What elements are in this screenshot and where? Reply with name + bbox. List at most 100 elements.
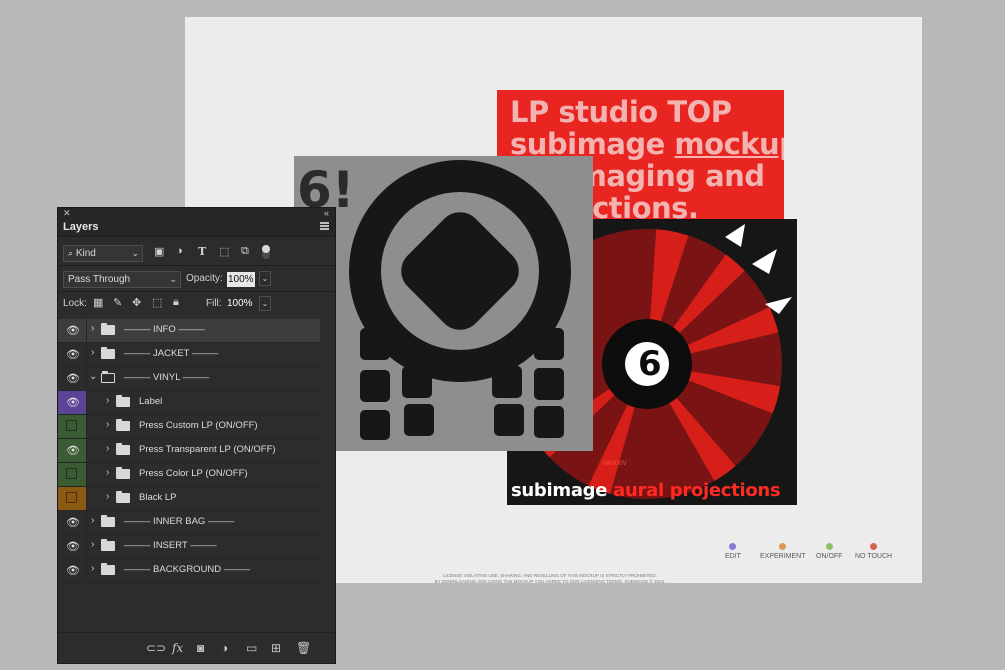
layer-name: Label xyxy=(139,396,163,407)
lock-all-icon[interactable]: 🔒︎ xyxy=(173,296,179,309)
chevron-right-icon[interactable]: › xyxy=(106,419,109,430)
filter-toggle[interactable] xyxy=(262,245,270,259)
smart-object-filter-icon[interactable]: ⧉ xyxy=(241,245,249,258)
folder-icon xyxy=(116,419,130,431)
visibility-toggle[interactable]: 👁︎ xyxy=(58,319,87,342)
panel-tab-row: Layers xyxy=(58,219,335,237)
legend-experiment: EXPERIMENT xyxy=(760,543,806,560)
eye-icon: 👁︎ xyxy=(66,565,80,577)
chevron-right-icon[interactable]: › xyxy=(91,563,94,574)
legend-dot-experiment xyxy=(779,543,787,550)
adjustment-filter-icon[interactable]: ◑ xyxy=(176,245,183,257)
folder-icon xyxy=(116,443,130,455)
visibility-toggle[interactable]: 👁︎ xyxy=(58,367,87,390)
visibility-toggle[interactable] xyxy=(58,487,87,510)
lock-artboard-icon[interactable]: ⬚ xyxy=(152,296,162,309)
chevron-right-icon[interactable]: › xyxy=(91,515,94,526)
layers-list: 👁︎ › ––––– INFO ––––– 👁︎ › ––––– JACKET … xyxy=(58,319,320,583)
mask-icon[interactable]: ◙ xyxy=(197,641,204,655)
chevron-right-icon[interactable]: › xyxy=(91,323,94,334)
panel-bottom-toolbar: ⊂⊃ fx ◙ ◑ ▭ ⊞ 🗑︎ xyxy=(58,632,335,663)
tab-layers[interactable]: Layers xyxy=(63,221,98,233)
legend-dot-onoff xyxy=(825,543,833,550)
visibility-toggle[interactable] xyxy=(58,463,87,486)
visibility-toggle[interactable]: 👁︎ xyxy=(58,391,87,414)
filter-kind-select[interactable]: ⌕ Kind ⌄ xyxy=(63,245,143,262)
folder-icon xyxy=(101,347,115,359)
chevron-right-icon[interactable]: › xyxy=(106,491,109,502)
layer-name: Press Custom LP (ON/OFF) xyxy=(139,420,258,431)
cover-title-red: aural projections xyxy=(613,480,781,501)
chevron-right-icon[interactable]: › xyxy=(106,395,109,406)
chevron-right-icon[interactable]: › xyxy=(106,467,109,478)
color-legend: EDIT EXPERIMENT ON/OFF NO TOUCH xyxy=(725,543,905,563)
fill-label: Fill: xyxy=(206,298,222,309)
layer-row-press-custom[interactable]: › Press Custom LP (ON/OFF) xyxy=(58,415,320,439)
layers-panel: ✕ « Layers ⌕ Kind ⌄ ▣ ◑ T ⬚ ⧉ Pass Throu… xyxy=(57,207,336,664)
chevron-down-icon: ⌄ xyxy=(131,248,139,258)
fx-icon[interactable]: fx xyxy=(172,641,183,655)
layer-row-info[interactable]: 👁︎ › ––––– INFO ––––– xyxy=(58,319,320,343)
folder-icon xyxy=(101,539,115,551)
layer-row-jacket[interactable]: 👁︎ › ––––– JACKET ––––– xyxy=(58,343,320,367)
legend-label: ON/OFF xyxy=(816,553,843,560)
license-line-2: BY DOWNLOADING AND USING THE MOCKUP YOU … xyxy=(434,579,666,584)
chevron-right-icon[interactable]: › xyxy=(91,347,94,358)
layer-row-vinyl[interactable]: 👁︎ ⌄ ––––– VINYL ––––– xyxy=(58,367,320,391)
collapse-icon[interactable]: « xyxy=(324,208,329,218)
layer-row-insert[interactable]: 👁︎ › ––––– INSERT ––––– xyxy=(58,535,320,559)
layer-name: Press Color LP (ON/OFF) xyxy=(139,468,248,479)
adjustment-layer-icon[interactable]: ◑ xyxy=(221,641,228,655)
visibility-toggle[interactable]: 👁︎ xyxy=(58,511,87,534)
layer-row-inner-bag[interactable]: 👁︎ › ––––– INNER BAG ––––– xyxy=(58,511,320,535)
folder-icon xyxy=(116,467,130,479)
legend-edit: EDIT xyxy=(725,543,741,560)
layer-row-label[interactable]: 👁︎ › Label xyxy=(58,391,320,415)
chevron-down-icon[interactable]: ⌄ xyxy=(89,371,97,382)
image-filter-icon[interactable]: ▣ xyxy=(154,245,164,258)
lock-transparent-icon[interactable]: ▦ xyxy=(93,296,103,309)
trash-icon[interactable]: 🗑︎ xyxy=(296,641,311,655)
visibility-toggle[interactable]: 👁︎ xyxy=(58,343,87,366)
layer-row-black-lp[interactable]: › Black LP xyxy=(58,487,320,511)
divider xyxy=(58,265,335,266)
cover-graphic xyxy=(349,160,571,440)
legend-label: EXPERIMENT xyxy=(760,553,806,560)
lock-position-icon[interactable]: ✥ xyxy=(132,296,141,309)
layer-name: Press Transparent LP (ON/OFF) xyxy=(139,444,276,455)
close-icon[interactable]: ✕ xyxy=(63,208,71,219)
folder-icon xyxy=(101,563,115,575)
layer-row-background[interactable]: 👁︎ › ––––– BACKGROUND ––––– xyxy=(58,559,320,583)
shape-filter-icon[interactable]: ⬚ xyxy=(219,245,229,258)
new-layer-icon[interactable]: ⊞ xyxy=(271,641,281,655)
visibility-toggle[interactable]: 👁︎ xyxy=(58,559,87,582)
divider xyxy=(58,291,335,292)
link-layers-icon[interactable]: ⊂⊃ xyxy=(146,641,166,655)
layer-row-press-color[interactable]: › Press Color LP (ON/OFF) xyxy=(58,463,320,487)
eye-icon: 👁︎ xyxy=(66,517,80,529)
visibility-toggle[interactable]: 👁︎ xyxy=(58,439,87,462)
fill-dropdown[interactable]: ⌄ xyxy=(259,296,271,311)
visibility-toggle[interactable]: 👁︎ xyxy=(58,535,87,558)
opacity-dropdown[interactable]: ⌄ xyxy=(259,271,271,286)
type-filter-icon[interactable]: T xyxy=(198,245,206,258)
panel-menu-icon[interactable] xyxy=(320,222,329,230)
hidden-box-icon xyxy=(66,420,77,431)
layer-name: ––––– INNER BAG ––––– xyxy=(124,516,235,527)
legend-label: EDIT xyxy=(725,553,741,560)
blend-mode-value: Pass Through xyxy=(68,274,131,285)
lock-pixels-icon[interactable]: ✎ xyxy=(113,296,122,309)
layer-row-press-transparent[interactable]: 👁︎ › Press Transparent LP (ON/OFF) xyxy=(58,439,320,463)
opacity-field[interactable]: 100% xyxy=(227,272,255,287)
license-notice: LICENSE VIOLATING USE, SHARING, AND RESE… xyxy=(420,573,680,585)
fill-field[interactable]: 100% xyxy=(227,296,253,311)
eye-icon: 👁︎ xyxy=(66,445,80,457)
eye-icon: 👁︎ xyxy=(66,373,80,385)
blend-mode-select[interactable]: Pass Through ⌄ xyxy=(63,271,181,288)
chevron-right-icon[interactable]: › xyxy=(106,443,109,454)
layer-name: ––––– INFO ––––– xyxy=(124,324,205,335)
visibility-toggle[interactable] xyxy=(58,415,87,438)
folder-icon xyxy=(116,395,130,407)
new-group-icon[interactable]: ▭ xyxy=(246,641,257,655)
chevron-right-icon[interactable]: › xyxy=(91,539,94,550)
